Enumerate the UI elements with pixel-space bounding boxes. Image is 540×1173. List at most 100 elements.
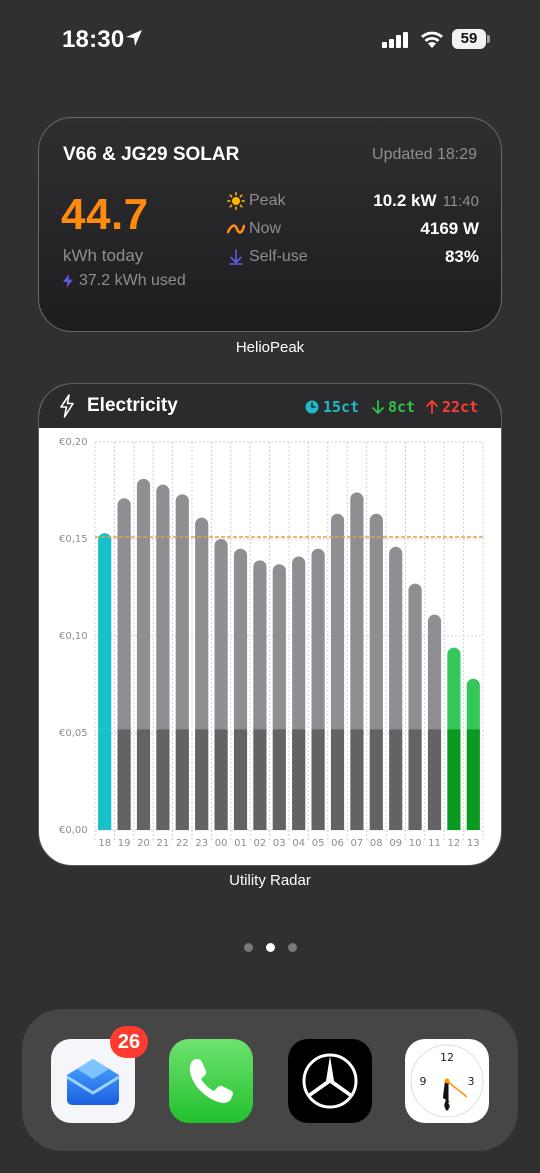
battery-level: 59 [452,29,486,49]
price-current: 15ct [305,398,359,416]
sun-icon [227,192,245,210]
phone-app-icon[interactable] [169,1039,253,1123]
x-tick-label: 21 [157,838,170,849]
x-tick-label: 11 [428,838,441,849]
bar-base [136,729,151,830]
page-dot[interactable] [244,943,253,952]
x-tick-label: 18 [98,838,111,849]
price-low: 8ct [372,398,415,416]
bar-top [233,548,248,730]
stat-self-use-value: 83% [444,247,479,266]
y-tick-label: €0,05 [59,728,88,739]
x-tick-label: 03 [273,838,286,849]
solar-updated-time: Updated 18:29 [372,146,477,163]
bar-base [427,729,442,830]
bar-top [389,546,403,730]
bar-top [369,513,383,730]
bar-top [98,533,112,730]
energy-today-unit: kWh today [63,246,144,265]
bar-top [292,556,306,730]
x-tick-label: 12 [448,838,461,849]
bar-base [272,729,286,830]
page-dot[interactable] [288,943,297,952]
bar-top [350,492,364,730]
bar-base [311,729,325,830]
bar-base [195,729,209,830]
wifi-icon [421,31,443,48]
stat-now-label: Now [249,220,282,237]
heliopeak-caption: HelioPeak [235,339,305,356]
clock-number-3: 3 [468,1075,475,1088]
price-low-text: 8ct [388,398,416,416]
x-tick-label: 19 [118,838,131,849]
y-tick-label: €0,00 [59,825,88,836]
bolt-icon [63,274,73,288]
price-high: 22ct [426,398,478,416]
stat-self-use-label: Self-use [249,248,308,265]
bar-base [350,729,364,830]
bar-top [195,517,209,730]
x-tick-label: 04 [292,838,305,849]
arrow-down-icon [372,400,384,414]
x-tick-label: 01 [234,838,247,849]
bar-base [156,729,170,830]
x-tick-label: 06 [331,838,344,849]
clock-icon [305,400,319,414]
x-tick-label: 22 [176,838,189,849]
mercedes-app-icon[interactable] [288,1039,372,1123]
price-current-text: 15ct [323,398,360,416]
bar-base [175,729,189,830]
status-bar: 18:30 59 [0,0,540,80]
y-tick-label: €0,20 [59,437,88,448]
bar-top [311,548,325,730]
bar-base [408,729,422,830]
utility-radar-caption: Utility Radar [229,872,311,889]
bar-base [117,729,131,830]
bar-base [389,729,403,830]
x-tick-label: 07 [351,838,364,849]
x-tick-label: 23 [195,838,208,849]
stat-self-use: Self-use 83% [227,246,479,268]
bar-top [272,564,286,730]
x-tick-label: 20 [137,838,150,849]
stat-peak-time: 11:40 [442,192,479,210]
location-arrow-icon [126,30,142,46]
page-dot-active[interactable] [266,943,275,952]
bar-base [233,729,248,830]
stat-peak: Peak 10.2 kW 11:40 [227,190,479,212]
solar-title: V66 & JG29 SOLAR [63,144,240,165]
price-high-text: 22ct [442,398,479,416]
energy-today-value: 44.7 [61,190,149,239]
bolt-icon [60,394,74,418]
x-tick-label: 13 [467,838,480,849]
stat-now: Now 4169 W [227,218,479,240]
bar-top [427,614,442,730]
y-tick-label: €0,15 [59,534,88,545]
bar-base [330,729,345,830]
y-tick-label: €0,10 [59,631,88,642]
bar-base [447,729,461,830]
x-tick-label: 00 [215,838,228,849]
bar-base [98,729,112,830]
cellular-signal-icon [382,32,408,48]
bar-top [117,498,131,730]
wave-icon [227,220,245,238]
bar-top [408,583,422,730]
bar-top [466,678,480,730]
clock-app-icon[interactable]: 12 3 6 9 [405,1039,489,1123]
electricity-header: Electricity 15ct 8ct 22ct [39,384,501,428]
stat-now-value: 4169 W [420,219,479,238]
status-time: 18:30 [62,26,125,53]
bar-top [214,539,228,730]
energy-used-row: 37.2 kWh used [63,272,186,290]
bar-top [136,478,151,730]
clock-number-9: 9 [420,1075,427,1088]
bar-top [330,513,345,730]
x-tick-label: 05 [312,838,325,849]
x-tick-label: 10 [409,838,422,849]
clock-number-12: 12 [440,1051,454,1064]
heliopeak-widget[interactable]: V66 & JG29 SOLAR Updated 18:29 44.7 kWh … [38,117,502,332]
bar-base [369,729,383,830]
x-tick-label: 08 [370,838,383,849]
utility-radar-widget[interactable]: Electricity 15ct 8ct 22ct €0,00 €0,05 €0,1… [38,383,502,866]
